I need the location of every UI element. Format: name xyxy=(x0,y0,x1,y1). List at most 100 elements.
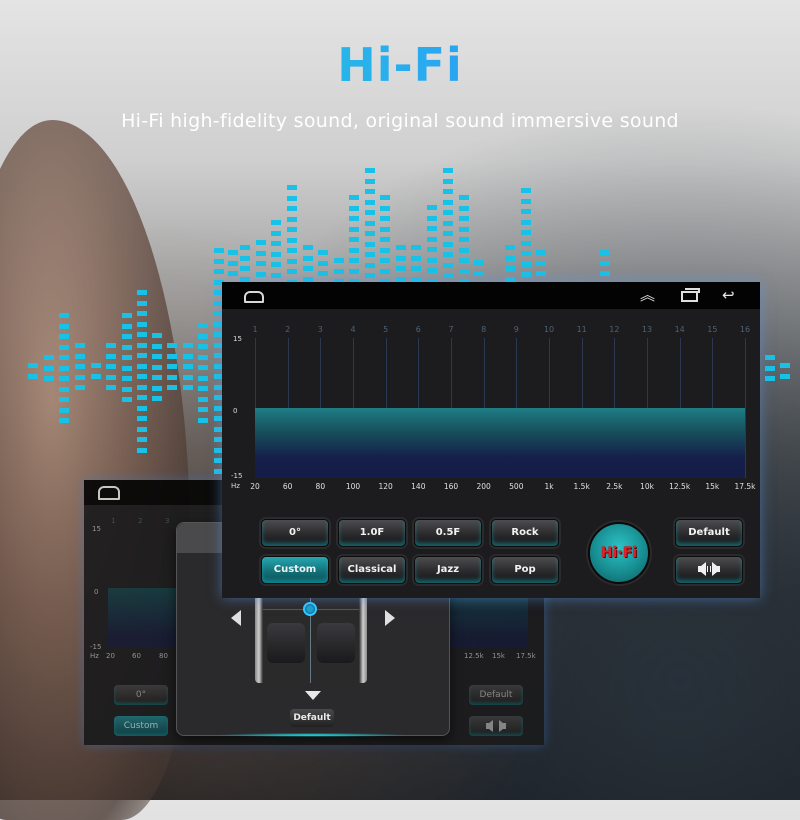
visualizer-block xyxy=(152,385,162,391)
default-button[interactable]: Default xyxy=(675,519,743,547)
visualizer-block xyxy=(396,276,406,282)
visualizer-block xyxy=(443,220,453,226)
car-interior-image[interactable] xyxy=(255,593,367,683)
visualizer-block xyxy=(505,245,515,250)
visualizer-block xyxy=(106,385,116,390)
visualizer-block xyxy=(183,374,193,380)
preset-0deg-button[interactable]: 0° xyxy=(261,519,329,547)
visualizer-block xyxy=(365,220,375,226)
frequency-label: 15k xyxy=(705,482,720,491)
visualizer-block xyxy=(59,323,69,329)
visualizer-block xyxy=(600,250,610,255)
visualizer-block xyxy=(303,276,313,282)
frequency-label: 20 xyxy=(250,482,260,491)
visualizer-block xyxy=(137,363,147,369)
preset-pop-button[interactable]: Pop xyxy=(491,556,559,584)
visualizer-block xyxy=(427,268,437,273)
visualizer-block xyxy=(198,344,208,349)
visualizer-block xyxy=(152,364,162,370)
visualizer-block xyxy=(59,334,69,339)
speaker-balance-icon xyxy=(486,719,506,732)
preset-classical-button[interactable]: Classical xyxy=(338,556,406,584)
visualizer-block xyxy=(44,365,54,371)
visualizer-block xyxy=(59,355,69,360)
visualizer-block xyxy=(474,270,484,276)
visualizer-block xyxy=(365,241,375,247)
visualizer-block xyxy=(198,396,208,402)
visualizer-block xyxy=(271,251,281,257)
hifi-toggle-button[interactable]: Hi·Fi xyxy=(588,522,650,584)
preset-1-0f-button[interactable]: 1.0F xyxy=(338,519,406,547)
preset-custom-button[interactable]: Custom xyxy=(261,556,329,584)
preset-0-5f-button[interactable]: 0.5F xyxy=(414,519,482,547)
visualizer-block xyxy=(152,354,162,359)
visualizer-block xyxy=(521,209,531,214)
visualizer-block xyxy=(427,205,437,210)
visualizer-block xyxy=(198,375,208,381)
visualizer-block xyxy=(152,333,162,338)
visualizer-block xyxy=(380,205,390,211)
visualizer-block xyxy=(349,205,359,211)
visualizer-block xyxy=(459,237,469,242)
visualizer-block xyxy=(365,210,375,215)
visualizer-block xyxy=(75,343,85,348)
visualizer-block xyxy=(271,241,281,246)
visualizer-block xyxy=(459,247,469,253)
visualizer-block xyxy=(365,273,375,278)
equalizer-screen: ︽ ↩ 15 0 -15 Hz 0° 1.0F 0.5F Rock Custom… xyxy=(222,282,760,598)
visualizer-block xyxy=(287,195,297,201)
visualizer-block xyxy=(536,271,546,276)
visualizer-block xyxy=(256,250,266,256)
visualizer-block xyxy=(780,373,790,379)
speaker-balance-icon xyxy=(698,562,720,576)
recent-apps-icon[interactable] xyxy=(681,288,700,302)
visualizer-block xyxy=(411,255,421,261)
band-number-label: 3 xyxy=(317,325,323,334)
balance-position-handle[interactable] xyxy=(303,602,317,616)
chevrons-up-icon[interactable]: ︽ xyxy=(640,286,655,304)
visualizer-block xyxy=(521,230,531,235)
visualizer-block xyxy=(198,354,208,360)
visualizer-block xyxy=(137,374,147,379)
visualizer-block xyxy=(167,385,177,390)
visualizer-block xyxy=(59,418,69,423)
frequency-label: 140 xyxy=(411,482,426,491)
balance-left-arrow-icon[interactable] xyxy=(231,610,241,626)
visualizer-block xyxy=(349,268,359,274)
visualizer-block xyxy=(365,168,375,173)
visualizer-block xyxy=(443,178,453,184)
visualizer-block xyxy=(411,276,421,282)
balance-down-arrow-icon[interactable] xyxy=(305,691,321,700)
visualizer-block xyxy=(122,397,132,402)
visualizer-block xyxy=(287,227,297,232)
eq-level-fill xyxy=(255,408,745,478)
frequency-label: 100 xyxy=(345,482,361,491)
balance-default-button[interactable]: Default xyxy=(290,709,334,727)
preset-rock-button[interactable]: Rock xyxy=(491,519,559,547)
visualizer-block xyxy=(214,258,224,264)
frequency-label: 1.5k xyxy=(573,482,590,491)
dialog-glow xyxy=(217,733,407,737)
visualizer-block xyxy=(459,268,469,274)
visualizer-block xyxy=(505,266,515,271)
visualizer-block xyxy=(427,247,437,252)
visualizer-block xyxy=(137,342,147,348)
home-icon[interactable] xyxy=(244,291,264,303)
back-icon[interactable]: ↩ xyxy=(722,286,735,304)
speaker-balance-button[interactable] xyxy=(675,556,743,584)
visualizer-block xyxy=(411,245,421,250)
band-slider-track[interactable] xyxy=(745,338,746,478)
visualizer-block xyxy=(427,226,437,231)
frequency-unit: Hz xyxy=(231,482,240,490)
eq-curve-plot[interactable] xyxy=(255,338,746,478)
back-freq: 12.5k xyxy=(464,652,484,660)
visualizer-block xyxy=(349,237,359,242)
band-number-label: 9 xyxy=(513,325,519,334)
balance-right-arrow-icon[interactable] xyxy=(385,610,395,626)
visualizer-block xyxy=(380,258,390,263)
preset-jazz-button[interactable]: Jazz xyxy=(414,556,482,584)
visualizer-block xyxy=(240,255,250,261)
frequency-label: 80 xyxy=(315,482,326,491)
band-number-label: 10 xyxy=(543,325,555,334)
back-freq: 20 xyxy=(106,652,115,660)
